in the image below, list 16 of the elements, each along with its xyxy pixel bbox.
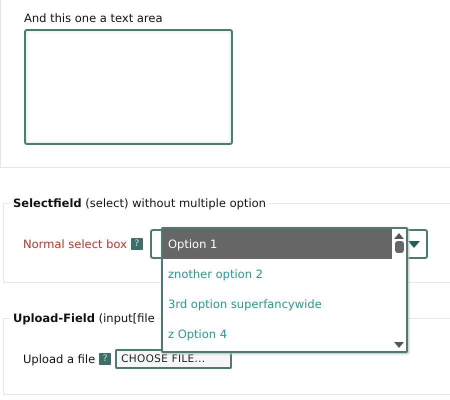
- dropdown-option[interactable]: znother option 2: [163, 259, 392, 289]
- field-label: Upload a file: [23, 352, 96, 366]
- dropdown-option[interactable]: 3rd option superfancywide: [163, 289, 392, 319]
- scroll-down-icon[interactable]: [394, 342, 404, 348]
- scroll-up-icon[interactable]: [394, 233, 404, 239]
- scroll-thumb[interactable]: [394, 241, 404, 253]
- field-label: And this one a text area: [24, 10, 164, 26]
- help-icon[interactable]: ?: [130, 238, 143, 250]
- section-legend: Selectfield (select) without multiple option: [13, 196, 266, 210]
- text-area[interactable]: [24, 29, 233, 145]
- field-label: Normal select box: [23, 237, 127, 251]
- help-icon[interactable]: ?: [99, 353, 112, 365]
- dropdown-option[interactable]: z Option 4: [163, 319, 392, 349]
- section-legend: Upload-Field (input[file: [13, 311, 155, 325]
- caret-icon: [408, 240, 420, 248]
- dropdown-option[interactable]: Option 1: [163, 229, 392, 259]
